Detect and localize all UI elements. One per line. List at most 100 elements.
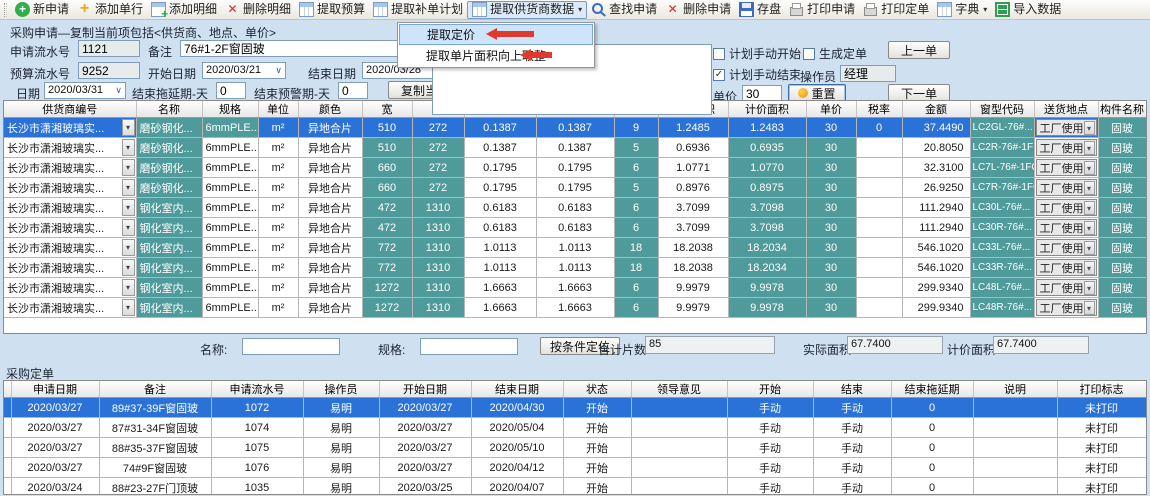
supplier-cell[interactable]: 长沙市潇湘玻璃实...▾ xyxy=(4,178,136,198)
order-status-cell[interactable]: 开始 xyxy=(563,458,631,478)
piece-area-cell[interactable]: 0.6183 xyxy=(464,218,536,238)
spec-cell[interactable]: 6mmPLE... xyxy=(202,158,258,178)
piece-area-cell[interactable]: 1.0113 xyxy=(464,258,536,278)
unit-cell[interactable]: m² xyxy=(258,158,298,178)
amount-cell[interactable]: 299.9340 xyxy=(902,278,970,298)
chevron-down-icon[interactable]: ▾ xyxy=(1084,221,1095,235)
width-cell[interactable]: 510 xyxy=(362,118,412,138)
delay-period-cell[interactable]: 0 xyxy=(891,438,973,458)
name-cell[interactable]: 钢化室内... xyxy=(136,298,202,318)
end-mode-cell[interactable]: 手动 xyxy=(813,418,891,438)
actual-area-cell[interactable]: 9.9979 xyxy=(658,278,728,298)
piece-area-cell[interactable]: 0.1795 xyxy=(464,158,536,178)
actual-area-cell[interactable]: 3.7099 xyxy=(658,198,728,218)
priced-area-cell[interactable]: 9.9978 xyxy=(728,298,806,318)
window-code-cell[interactable]: LC33L-76#... xyxy=(970,238,1034,258)
amount-cell[interactable]: 299.9340 xyxy=(902,298,970,318)
start-mode-cell[interactable]: 手动 xyxy=(727,398,813,418)
toolbar-button[interactable]: 提取预算 xyxy=(295,1,369,19)
prev-order-button[interactable]: 上一单 xyxy=(888,41,950,59)
spec-cell[interactable]: 6mmPLE... xyxy=(202,118,258,138)
actual-area-cell[interactable]: 1.2485 xyxy=(658,118,728,138)
toolbar-button[interactable]: 添加明细 xyxy=(147,1,221,19)
table-row[interactable]: 长沙市潇湘玻璃实...▾ 钢化室内... 6mmPLE... m² 异地合片 1… xyxy=(4,278,1146,298)
order-start-date-cell[interactable]: 2020/03/25 xyxy=(379,478,471,496)
piece-area-cell[interactable]: 1.6663 xyxy=(464,278,536,298)
piece-priced-area-cell[interactable]: 1.0113 xyxy=(536,238,614,258)
tax-cell[interactable] xyxy=(856,258,902,278)
chevron-down-icon[interactable]: ▾ xyxy=(1084,281,1095,295)
column-header[interactable]: 结束拖延期 xyxy=(891,381,973,398)
amount-cell[interactable]: 26.9250 xyxy=(902,178,970,198)
supplier-cell[interactable]: 长沙市潇湘玻璃实...▾ xyxy=(4,138,136,158)
warn-input[interactable] xyxy=(338,82,368,99)
width-cell[interactable]: 772 xyxy=(362,238,412,258)
priced-area-cell[interactable]: 0.6935 xyxy=(728,138,806,158)
tax-cell[interactable] xyxy=(856,298,902,318)
piece-priced-area-cell[interactable]: 1.6663 xyxy=(536,298,614,318)
date-combo[interactable]: 2020/03/31 xyxy=(44,82,126,99)
print-flag-cell[interactable]: 未打印 xyxy=(1057,438,1146,458)
tax-cell[interactable] xyxy=(856,178,902,198)
order-start-date-cell[interactable]: 2020/03/27 xyxy=(379,438,471,458)
width-cell[interactable]: 1272 xyxy=(362,298,412,318)
unit-price-cell[interactable]: 30 xyxy=(806,178,856,198)
piece-priced-area-cell[interactable]: 0.6183 xyxy=(536,198,614,218)
chevron-down-icon[interactable]: ▾ xyxy=(122,219,135,236)
column-header[interactable]: 供货商编号 xyxy=(4,101,136,118)
unit-cell[interactable]: m² xyxy=(258,198,298,218)
column-header[interactable]: 计价面积 xyxy=(728,101,806,118)
chevron-down-icon[interactable]: ▾ xyxy=(1084,301,1095,315)
delay-period-cell[interactable]: 0 xyxy=(891,418,973,438)
color-cell[interactable]: 异地合片 xyxy=(298,178,362,198)
actual-area-cell[interactable]: 0.8976 xyxy=(658,178,728,198)
spec-cell[interactable]: 6mmPLE... xyxy=(202,298,258,318)
filter-name-input[interactable] xyxy=(242,338,340,355)
column-header[interactable]: 金额 xyxy=(902,101,970,118)
qty-cell[interactable]: 5 xyxy=(614,178,658,198)
priced-area-cell[interactable]: 9.9978 xyxy=(728,278,806,298)
column-header[interactable]: 打印标志 xyxy=(1057,381,1146,398)
color-cell[interactable]: 异地合片 xyxy=(298,218,362,238)
qty-cell[interactable]: 6 xyxy=(614,158,658,178)
request-date-cell[interactable]: 2020/03/27 xyxy=(11,398,99,418)
height-cell[interactable]: 272 xyxy=(412,158,464,178)
part-name-cell[interactable]: 固玻 xyxy=(1098,218,1146,238)
name-cell[interactable]: 磨砂钢化... xyxy=(136,158,202,178)
supplier-cell[interactable]: 长沙市潇湘玻璃实...▾ xyxy=(4,158,136,178)
print-flag-cell[interactable]: 未打印 xyxy=(1057,478,1146,496)
unit-price-cell[interactable]: 30 xyxy=(806,138,856,158)
column-header[interactable]: 窗型代码 xyxy=(970,101,1034,118)
name-cell[interactable]: 钢化室内... xyxy=(136,198,202,218)
print-flag-cell[interactable]: 未打印 xyxy=(1057,418,1146,438)
request-date-cell[interactable]: 2020/03/24 xyxy=(11,478,99,496)
height-cell[interactable]: 1310 xyxy=(412,258,464,278)
priced-area-cell[interactable]: 3.7098 xyxy=(728,218,806,238)
piece-area-cell[interactable]: 1.0113 xyxy=(464,238,536,258)
window-code-cell[interactable]: LC2R-76#-1F xyxy=(970,138,1034,158)
start-date-combo[interactable]: 2020/03/21 xyxy=(202,62,286,79)
supplier-cell[interactable]: 长沙市潇湘玻璃实...▾ xyxy=(4,218,136,238)
tax-cell[interactable]: 0 xyxy=(856,118,902,138)
amount-cell[interactable]: 546.1020 xyxy=(902,238,970,258)
actual-area-cell[interactable]: 0.6936 xyxy=(658,138,728,158)
unit-price-cell[interactable]: 30 xyxy=(806,298,856,318)
spec-cell[interactable]: 6mmPLE... xyxy=(202,138,258,158)
menu-item[interactable]: 提取单片面积向上取整 xyxy=(399,45,593,66)
order-end-date-cell[interactable]: 2020/04/30 xyxy=(471,398,563,418)
table-row[interactable]: 长沙市潇湘玻璃实...▾ 磨砂钢化... 6mmPLE... m² 异地合片 5… xyxy=(4,118,1146,138)
order-serial-cell[interactable]: 1074 xyxy=(211,418,303,438)
window-code-cell[interactable]: LC48L-76#... xyxy=(970,278,1034,298)
manual-start-checkbox[interactable]: 计划手动开始 xyxy=(713,45,801,62)
toolbar-button[interactable]: 存盘 xyxy=(735,1,785,19)
part-name-cell[interactable]: 固玻 xyxy=(1098,198,1146,218)
spec-cell[interactable]: 6mmPLE... xyxy=(202,258,258,278)
delivery-cell[interactable]: 工厂使用▾ xyxy=(1034,278,1098,298)
part-name-cell[interactable]: 固玻 xyxy=(1098,158,1146,178)
order-operator-cell[interactable]: 易明 xyxy=(303,398,379,418)
color-cell[interactable]: 异地合片 xyxy=(298,138,362,158)
piece-area-cell[interactable]: 0.1387 xyxy=(464,138,536,158)
column-header[interactable] xyxy=(4,381,11,398)
order-serial-cell[interactable]: 1072 xyxy=(211,398,303,418)
delivery-cell[interactable]: 工厂使用▾ xyxy=(1034,218,1098,238)
